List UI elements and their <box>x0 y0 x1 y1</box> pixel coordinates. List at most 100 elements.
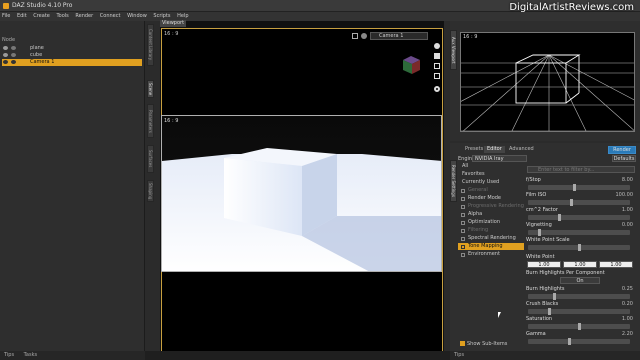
defaults-button[interactable]: Defaults <box>612 155 636 162</box>
menu-connect[interactable]: Connect <box>100 13 121 19</box>
scene-item-camera[interactable]: Camera 1 <box>2 59 142 66</box>
property-slider[interactable] <box>528 184 630 191</box>
property-slider[interactable] <box>528 244 630 251</box>
category-label: Tone Mapping <box>468 243 503 249</box>
render-button[interactable]: Render <box>608 146 636 154</box>
menu-scripts[interactable]: Scripts <box>153 13 170 19</box>
category-currently-used[interactable]: Currently Used <box>458 179 524 186</box>
category-favorites[interactable]: Favorites <box>458 171 524 178</box>
white-point-b[interactable]: 1.00 <box>599 261 633 268</box>
frame-icon[interactable] <box>352 33 358 39</box>
tab-advanced[interactable]: Advanced <box>506 146 537 153</box>
checkbox-icon <box>461 213 465 217</box>
white-point-g[interactable]: 1.00 <box>563 261 597 268</box>
tab-aux-viewport[interactable]: Aux Viewport <box>450 30 457 70</box>
slider-knob[interactable] <box>557 214 561 221</box>
property-value[interactable]: 2.20 <box>622 331 633 337</box>
category-label: Filtering <box>468 227 489 233</box>
slider-knob[interactable] <box>537 229 541 236</box>
slider-knob[interactable] <box>547 308 551 315</box>
property-row: cm^2 Factor 1.00 <box>525 207 635 222</box>
tab-surfaces[interactable]: Surfaces <box>147 145 154 173</box>
property-value[interactable]: 8.00 <box>622 177 633 183</box>
category-tone-mapping[interactable]: Tone Mapping <box>458 243 524 250</box>
property-slider[interactable] <box>528 293 630 300</box>
menu-help[interactable]: Help <box>177 13 188 19</box>
category-progressive-rendering[interactable]: Progressive Rendering <box>458 203 524 210</box>
category-all[interactable]: All <box>458 163 524 170</box>
menu-create[interactable]: Create <box>33 13 50 19</box>
menu-render[interactable]: Render <box>75 13 93 19</box>
property-label: Burn Highlights <box>526 286 565 292</box>
tab-tips-right[interactable]: Tips <box>454 352 464 358</box>
menu-edit[interactable]: Edit <box>17 13 27 19</box>
property-slider[interactable] <box>528 214 630 221</box>
tab-tips[interactable]: Tips <box>4 352 14 358</box>
tab-viewport[interactable]: Viewport <box>160 20 186 27</box>
status-bar-right: Tips <box>450 351 640 360</box>
tab-tasks[interactable]: Tasks <box>24 352 37 358</box>
property-value[interactable]: 1.00 <box>622 316 633 322</box>
engine-select[interactable]: NVIDIA Iray <box>472 155 527 162</box>
slider-knob[interactable] <box>572 184 576 191</box>
zoom-icon[interactable] <box>434 63 440 69</box>
eye-icon[interactable] <box>3 52 8 57</box>
view-cube-icon[interactable] <box>398 52 424 78</box>
menu-window[interactable]: Window <box>127 13 147 19</box>
tab-scene[interactable]: Scene <box>147 80 154 98</box>
tab-parameters[interactable]: Parameters <box>147 104 154 138</box>
show-subitems-checkbox[interactable] <box>460 341 465 346</box>
property-slider[interactable] <box>528 308 630 315</box>
property-value[interactable]: 0.25 <box>622 286 633 292</box>
scene-item-label: cube <box>30 52 43 58</box>
property-value[interactable]: 0.20 <box>622 301 633 307</box>
burn-per-component-toggle[interactable]: On <box>560 277 600 284</box>
frame-selection-icon[interactable] <box>434 73 440 79</box>
property-value[interactable]: 0.00 <box>622 222 633 228</box>
property-value[interactable]: 100.00 <box>616 192 634 198</box>
slider-knob[interactable] <box>577 244 581 251</box>
category-alpha[interactable]: Alpha <box>458 211 524 218</box>
aux-viewport-canvas[interactable] <box>460 32 635 132</box>
category-render-mode[interactable]: Render Mode <box>458 195 524 202</box>
slider-knob[interactable] <box>567 338 571 345</box>
tab-presets[interactable]: Presets <box>462 146 486 153</box>
category-general[interactable]: General <box>458 187 524 194</box>
shading-icon[interactable] <box>361 33 367 39</box>
slider-knob[interactable] <box>569 199 573 206</box>
scene-item-cube[interactable]: cube <box>2 52 142 59</box>
scene-pane: Node plane cube Camera 1 <box>0 21 145 351</box>
lock-icon[interactable] <box>11 45 16 50</box>
category-spectral-rendering[interactable]: Spectral Rendering <box>458 235 524 242</box>
property-value[interactable]: 1.00 <box>622 207 633 213</box>
scene-item-label: plane <box>30 45 44 51</box>
filter-input[interactable]: Enter text to filter by... <box>527 166 635 173</box>
property-row: f/Stop 8.00 <box>525 177 635 192</box>
slider-knob[interactable] <box>577 323 581 330</box>
menu-file[interactable]: File <box>2 13 10 19</box>
property-slider[interactable] <box>528 323 630 330</box>
category-filtering[interactable]: Filtering <box>458 227 524 234</box>
pan-icon[interactable] <box>434 53 440 59</box>
white-point-r[interactable]: 1.00 <box>527 261 561 268</box>
tab-editor[interactable]: Editor <box>484 146 505 153</box>
menu-tools[interactable]: Tools <box>56 13 68 19</box>
tab-render-settings[interactable]: Render Settings <box>450 160 457 202</box>
tab-content-library[interactable]: Content Library <box>147 24 154 66</box>
lock-icon[interactable] <box>11 52 16 57</box>
property-label: White Point Scale <box>526 237 570 243</box>
eye-icon[interactable] <box>3 59 8 64</box>
property-slider[interactable] <box>528 199 630 206</box>
property-slider[interactable] <box>528 229 630 236</box>
category-optimization[interactable]: Optimization <box>458 219 524 226</box>
category-environment[interactable]: Environment <box>458 251 524 258</box>
eye-icon[interactable] <box>3 45 8 50</box>
slider-knob[interactable] <box>552 293 556 300</box>
orbit-icon[interactable] <box>434 43 440 49</box>
tab-shaping[interactable]: Shaping <box>147 180 154 202</box>
camera-select[interactable]: Camera 1 <box>370 32 428 40</box>
scene-item-plane[interactable]: plane <box>2 45 142 52</box>
reset-view-icon[interactable] <box>434 86 440 92</box>
property-slider[interactable] <box>528 338 630 345</box>
menu-bar: File Edit Create Tools Render Connect Wi… <box>0 12 640 21</box>
